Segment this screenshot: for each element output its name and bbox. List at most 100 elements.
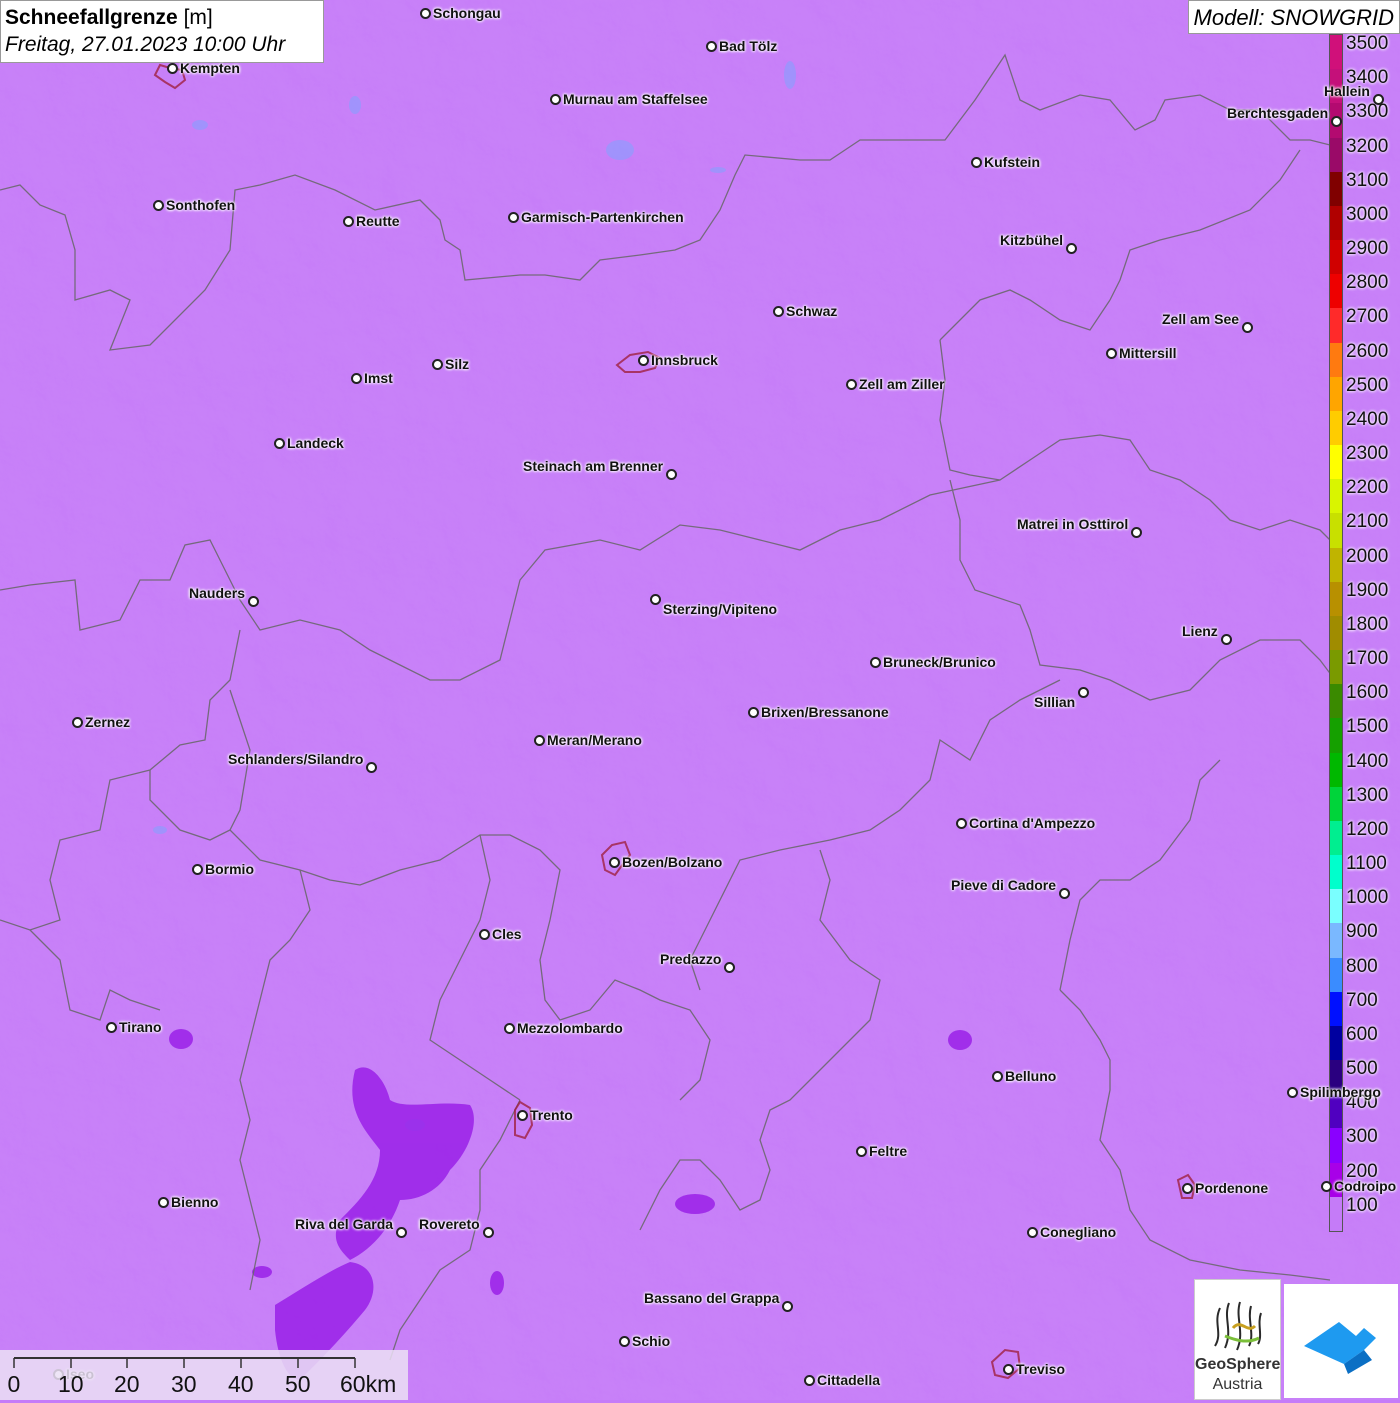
scale-label: 40 xyxy=(228,1371,254,1397)
place-label: Brixen/Bressanone xyxy=(761,704,889,720)
legend-label: 600 xyxy=(1346,1023,1378,1045)
legend-label: 1300 xyxy=(1346,784,1389,806)
place-label: Predazzo xyxy=(660,951,722,967)
legend-swatch xyxy=(1330,889,1342,924)
legend-swatch xyxy=(1330,752,1342,788)
legend-label: 2800 xyxy=(1346,272,1389,294)
place-marker xyxy=(351,373,362,384)
place-label: Schio xyxy=(632,1333,671,1349)
scale-label: 50 xyxy=(285,1371,311,1397)
place-label: Nauders xyxy=(189,585,246,601)
place-marker xyxy=(479,929,490,940)
place-label: Bassano del Grappa xyxy=(644,1290,780,1306)
place-label: Silz xyxy=(445,356,470,372)
place-marker xyxy=(870,657,881,668)
place-marker xyxy=(619,1336,630,1347)
place-marker xyxy=(167,63,178,74)
geosphere-country: Austria xyxy=(1212,1376,1263,1393)
place-marker xyxy=(1078,687,1089,698)
legend-label: 1900 xyxy=(1346,579,1389,601)
place-label: Sonthofen xyxy=(166,197,236,213)
place-marker xyxy=(1321,1181,1332,1192)
map-title: Schneefallgrenze [m] xyxy=(5,4,319,31)
place-marker xyxy=(1066,243,1077,254)
place-label: Schongau xyxy=(433,5,501,21)
legend-label: 2200 xyxy=(1346,477,1389,499)
place-label: Zernez xyxy=(85,714,131,730)
scale-label: 0 xyxy=(7,1371,21,1397)
place-marker xyxy=(956,818,967,829)
legend-label: 300 xyxy=(1346,1126,1378,1148)
legend-swatch xyxy=(1330,342,1342,378)
legend-label: 3100 xyxy=(1346,169,1389,191)
legend-label: 2100 xyxy=(1346,511,1389,533)
place-marker xyxy=(366,762,377,773)
place-marker xyxy=(432,359,443,370)
place-label: Landeck xyxy=(287,435,344,451)
legend-swatch xyxy=(1330,513,1342,549)
legend-swatch xyxy=(1330,171,1342,207)
place-label: Cittadella xyxy=(817,1372,881,1388)
place-marker xyxy=(550,94,561,105)
legend-swatch xyxy=(1330,786,1342,822)
place-label: Hallein xyxy=(1324,83,1370,99)
title-bold: Schneefallgrenze xyxy=(5,6,178,29)
place-label: Reutte xyxy=(356,213,400,229)
legend-label: 1700 xyxy=(1346,648,1389,670)
place-label: Bad Tölz xyxy=(719,38,778,54)
place-marker xyxy=(158,1197,169,1208)
place-label: Zell am Ziller xyxy=(859,376,945,392)
place-label: Rovereto xyxy=(419,1216,480,1232)
legend-swatch xyxy=(1330,274,1342,309)
place-marker xyxy=(534,735,545,746)
place-marker xyxy=(856,1146,867,1157)
place-label: Belluno xyxy=(1005,1068,1057,1084)
place-label: Trento xyxy=(530,1107,573,1123)
place-label: Kempten xyxy=(180,60,240,76)
legend-label: 2900 xyxy=(1346,238,1389,260)
place-label: Feltre xyxy=(869,1143,908,1159)
legend-swatch xyxy=(1330,479,1342,514)
legend-swatch xyxy=(1330,1196,1342,1232)
legend-label: 2700 xyxy=(1346,306,1389,328)
geosphere-logo: GeoSphere Austria xyxy=(1194,1279,1281,1400)
place-marker xyxy=(992,1071,1003,1082)
place-label: Steinach am Brenner xyxy=(523,458,664,474)
legend-label: 1200 xyxy=(1346,818,1389,840)
place-marker xyxy=(706,41,717,52)
place-label: Lienz xyxy=(1182,623,1218,639)
legend-swatch xyxy=(1330,855,1342,890)
place-marker xyxy=(396,1227,407,1238)
place-marker xyxy=(274,438,285,449)
legend-swatch xyxy=(1330,957,1342,993)
place-marker xyxy=(1106,348,1117,359)
legend-label: 2400 xyxy=(1346,408,1389,430)
place-label: Bormio xyxy=(205,861,254,877)
legend-swatch xyxy=(1330,1025,1342,1061)
legend-label: 700 xyxy=(1346,989,1378,1011)
legend-swatch xyxy=(1330,684,1342,719)
legend-label: 1500 xyxy=(1346,716,1389,738)
place-label: Spilimbergo xyxy=(1300,1084,1381,1100)
place-marker xyxy=(773,306,784,317)
place-marker xyxy=(508,212,519,223)
legend-swatch xyxy=(1330,650,1342,685)
legend-label: 3000 xyxy=(1346,203,1389,225)
place-label: Treviso xyxy=(1016,1361,1066,1377)
place-marker xyxy=(804,1375,815,1386)
place-marker xyxy=(72,717,83,728)
legend-label: 1400 xyxy=(1346,750,1389,772)
place-marker xyxy=(748,707,759,718)
legend-swatch xyxy=(1330,923,1342,959)
place-label: Meran/Merano xyxy=(547,732,642,748)
place-marker xyxy=(1373,94,1384,105)
place-marker xyxy=(724,962,735,973)
place-marker xyxy=(248,596,259,607)
legend-swatch xyxy=(1330,991,1342,1027)
place-label: Kitzbühel xyxy=(1000,232,1063,248)
place-marker xyxy=(650,594,661,605)
legend-label: 2300 xyxy=(1346,443,1389,465)
place-marker xyxy=(609,857,620,868)
place-marker xyxy=(1131,527,1142,538)
map-title-box: Schneefallgrenze [m] Freitag, 27.01.2023… xyxy=(0,0,324,63)
